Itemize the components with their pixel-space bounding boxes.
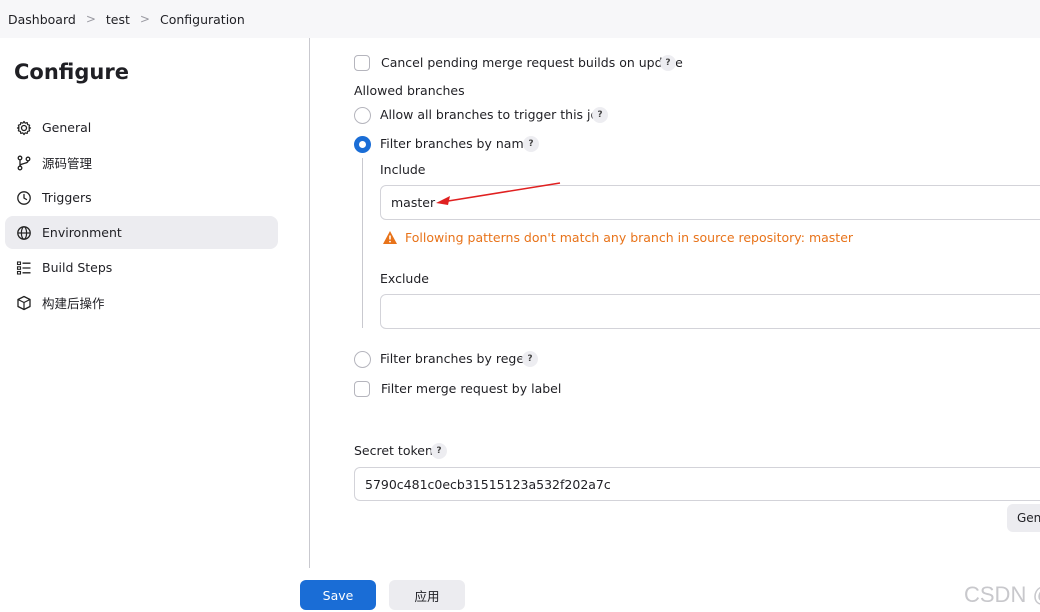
allow-all-branches-radio[interactable] — [354, 107, 371, 124]
help-icon[interactable]: ? — [523, 136, 539, 152]
sidebar-item-label: 源码管理 — [42, 156, 93, 171]
sidebar-item-general[interactable]: General — [5, 111, 278, 144]
sidebar-item-label: General — [42, 120, 92, 135]
watermark: CSDN @ — [964, 582, 1040, 607]
nested-options-border — [362, 158, 363, 328]
sidebar-item-label: 构建后操作 — [42, 296, 105, 311]
allowed-branches-label: Allowed branches — [354, 83, 465, 98]
filter-by-name-radio[interactable] — [354, 136, 371, 153]
exclude-input[interactable] — [380, 294, 1040, 329]
sidebar-item-label: Build Steps — [42, 260, 113, 275]
cube-icon — [15, 294, 33, 312]
globe-icon — [15, 224, 33, 242]
list-icon — [15, 259, 33, 277]
breadcrumb: Dashboard > test > Configuration — [0, 0, 1040, 38]
generate-button-label: Gen — [1017, 511, 1040, 525]
secret-token-input[interactable]: 5790c481c0ecb31515123a532f202a7c — [354, 467, 1040, 501]
help-icon[interactable]: ? — [660, 55, 676, 71]
exclude-label: Exclude — [380, 271, 429, 286]
include-input-value: master — [391, 195, 436, 210]
secret-token-value: 5790c481c0ecb31515123a532f202a7c — [365, 476, 611, 492]
branch-pattern-warning: Following patterns don't match any branc… — [382, 230, 853, 245]
sidebar-item-source-control[interactable]: 源码管理 — [5, 146, 278, 179]
filter-by-regex-label: Filter branches by regex — [380, 351, 532, 366]
warning-text: Following patterns don't match any branc… — [405, 230, 854, 245]
warning-icon — [383, 231, 397, 244]
gear-icon — [15, 119, 33, 137]
filter-merge-label-text: Filter merge request by label — [381, 381, 562, 396]
filter-by-regex-radio[interactable] — [354, 351, 371, 368]
cancel-pending-checkbox[interactable] — [354, 55, 370, 71]
sidebar-item-label: Triggers — [42, 190, 92, 205]
help-icon[interactable]: ? — [431, 443, 447, 459]
secret-token-label: Secret token — [354, 443, 433, 458]
annotation-arrow — [436, 182, 561, 205]
breadcrumb-separator: > — [139, 12, 150, 26]
sidebar-item-post-build[interactable]: 构建后操作 — [5, 286, 278, 319]
filter-by-name-label: Filter branches by name — [380, 136, 532, 151]
bottom-action-bar — [0, 568, 1040, 612]
filter-merge-label-checkbox[interactable] — [354, 381, 370, 397]
help-icon[interactable]: ? — [522, 351, 538, 367]
breadcrumb-test[interactable]: test — [106, 12, 130, 27]
generate-token-button[interactable]: Gen — [1007, 504, 1040, 532]
sidebar-item-environment[interactable]: Environment — [5, 216, 278, 249]
main-content: Cancel pending merge request builds on u… — [310, 38, 1040, 568]
sidebar-item-label: Environment — [42, 225, 122, 240]
sidebar-item-build-steps[interactable]: Build Steps — [5, 251, 278, 284]
help-icon[interactable]: ? — [592, 107, 608, 123]
sidebar: Configure General 源码管理 Triggers Environm… — [0, 38, 300, 612]
allow-all-branches-label: Allow all branches to trigger this job — [380, 107, 607, 122]
clock-icon — [15, 189, 33, 207]
include-label: Include — [380, 162, 426, 177]
breadcrumb-separator: > — [85, 12, 96, 26]
cancel-pending-label: Cancel pending merge request builds on u… — [381, 55, 683, 70]
page-title: Configure — [14, 60, 129, 84]
breadcrumb-dashboard[interactable]: Dashboard — [8, 12, 76, 27]
apply-button[interactable]: 应用 — [389, 580, 465, 610]
branch-icon — [15, 154, 33, 172]
breadcrumb-configuration[interactable]: Configuration — [160, 12, 245, 27]
save-button[interactable]: Save — [300, 580, 376, 610]
sidebar-item-triggers[interactable]: Triggers — [5, 181, 278, 214]
